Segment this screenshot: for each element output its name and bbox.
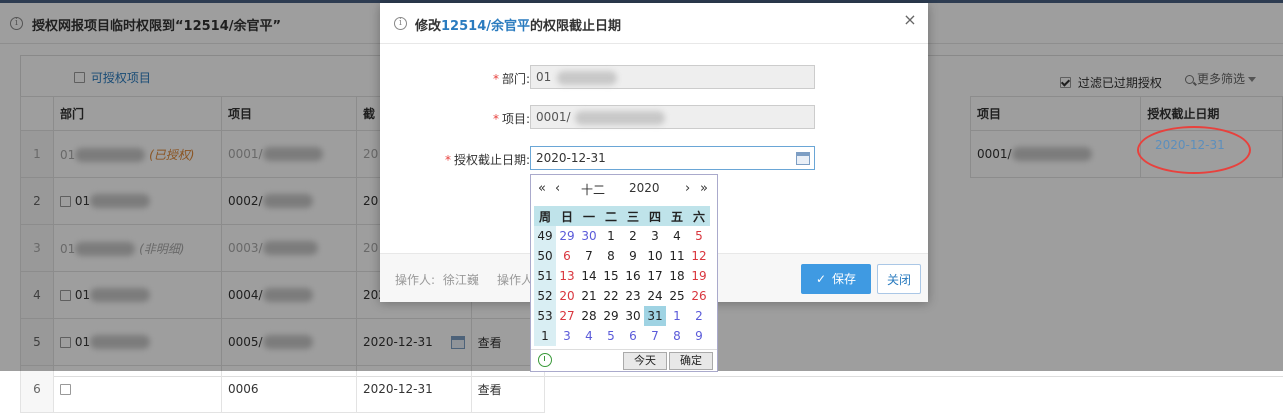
calendar-day[interactable]: 30 xyxy=(622,306,644,326)
month-select[interactable]: 十二 xyxy=(581,181,605,198)
calendar-day[interactable]: 8 xyxy=(600,246,622,266)
weekday-header: 五 xyxy=(666,206,688,226)
row-checkbox[interactable] xyxy=(60,384,71,395)
calendar-grid: 周 日 一 二 三 四 五 六 49 29 30 1 2 3 4 5 50 6 … xyxy=(534,206,710,346)
calendar-day[interactable]: 29 xyxy=(600,306,622,326)
calendar-day[interactable]: 19 xyxy=(688,266,710,286)
calendar-day[interactable]: 29 xyxy=(556,226,578,246)
calendar-day[interactable]: 16 xyxy=(622,266,644,286)
week-number: 1 xyxy=(534,326,556,346)
weekday-header: 一 xyxy=(578,206,600,226)
weekday-header: 周 xyxy=(534,206,556,226)
calendar-day[interactable]: 7 xyxy=(578,246,600,266)
calendar-day[interactable]: 20 xyxy=(556,286,578,306)
week-number: 52 xyxy=(534,286,556,306)
prev-year-icon[interactable]: « xyxy=(538,181,546,196)
calendar-day-selected[interactable]: 31 xyxy=(644,306,666,326)
calendar-day[interactable]: 5 xyxy=(688,226,710,246)
dept-cell xyxy=(53,365,222,413)
action-cell[interactable]: 查看 xyxy=(470,365,545,413)
save-button[interactable]: ✓ 保存 xyxy=(801,264,871,294)
calendar-day[interactable]: 28 xyxy=(578,306,600,326)
calendar-day[interactable]: 24 xyxy=(644,286,666,306)
calendar-day[interactable]: 3 xyxy=(556,326,578,346)
calendar-day[interactable]: 2 xyxy=(688,306,710,326)
weekday-header: 三 xyxy=(622,206,644,226)
calendar-day[interactable]: 17 xyxy=(644,266,666,286)
calendar-footer: 今天 确定 xyxy=(531,349,717,372)
next-month-icon[interactable]: › xyxy=(685,181,690,196)
weekday-header: 六 xyxy=(688,206,710,226)
calendar-day[interactable]: 23 xyxy=(622,286,644,306)
calendar-day[interactable]: 6 xyxy=(556,246,578,266)
calendar-day[interactable]: 4 xyxy=(666,226,688,246)
calendar-day[interactable]: 30 xyxy=(578,226,600,246)
calendar-day[interactable]: 26 xyxy=(688,286,710,306)
calendar-day[interactable]: 2 xyxy=(622,226,644,246)
calendar-day[interactable]: 7 xyxy=(644,326,666,346)
calendar-day[interactable]: 5 xyxy=(600,326,622,346)
date-picker: « ‹ 十二 2020 › » 周 日 一 二 三 四 五 六 49 29 30… xyxy=(530,174,718,372)
check-icon: ✓ xyxy=(815,272,827,286)
info-icon: i xyxy=(394,17,407,30)
weekday-header: 四 xyxy=(644,206,666,226)
row-index: 6 xyxy=(20,365,54,413)
date-row: * 授权截止日期: xyxy=(380,146,530,172)
project-field: 0001/ xyxy=(530,105,815,129)
dept-row: * 部门: xyxy=(380,65,530,91)
calendar-day[interactable]: 9 xyxy=(688,326,710,346)
clock-icon[interactable] xyxy=(538,353,552,367)
calendar-day[interactable]: 15 xyxy=(600,266,622,286)
calendar-day[interactable]: 21 xyxy=(578,286,600,306)
dialog-header: i 修改12514/余官平的权限截止日期 × xyxy=(380,3,928,44)
calendar-day[interactable]: 8 xyxy=(666,326,688,346)
close-button[interactable]: 关闭 xyxy=(877,264,921,294)
calendar-day[interactable]: 6 xyxy=(622,326,644,346)
week-number: 49 xyxy=(534,226,556,246)
calendar-day[interactable]: 14 xyxy=(578,266,600,286)
annotation-circle xyxy=(1137,126,1251,174)
week-number: 53 xyxy=(534,306,556,326)
project-cell: 0006 xyxy=(221,365,357,413)
calendar-day[interactable]: 9 xyxy=(622,246,644,266)
calendar-nav: « ‹ 十二 2020 › » xyxy=(531,175,717,203)
calendar-day[interactable]: 1 xyxy=(666,306,688,326)
calendar-day[interactable]: 4 xyxy=(578,326,600,346)
project-label: * 项目: xyxy=(492,112,530,126)
calendar-day[interactable]: 1 xyxy=(600,226,622,246)
confirm-button[interactable]: 确定 xyxy=(669,352,713,370)
weekday-header: 二 xyxy=(600,206,622,226)
calendar-icon[interactable] xyxy=(796,152,810,165)
calendar-day[interactable]: 22 xyxy=(600,286,622,306)
today-button[interactable]: 今天 xyxy=(623,352,667,370)
calendar-day[interactable]: 13 xyxy=(556,266,578,286)
dept-field: 01 xyxy=(530,65,815,89)
calendar-day[interactable]: 25 xyxy=(666,286,688,306)
date-input[interactable]: 2020-12-31 xyxy=(530,146,815,170)
table-row[interactable]: 6 0006 2020-12-31 查看 xyxy=(20,365,545,413)
operator-info: 操作人: 徐江巍 xyxy=(395,273,479,287)
weekday-header: 日 xyxy=(556,206,578,226)
project-row: * 项目: xyxy=(380,105,530,131)
prev-month-icon[interactable]: ‹ xyxy=(555,181,560,196)
date-cell: 2020-12-31 xyxy=(356,365,472,413)
next-year-icon[interactable]: » xyxy=(700,181,708,196)
calendar-day[interactable]: 3 xyxy=(644,226,666,246)
year-select[interactable]: 2020 xyxy=(629,181,660,195)
close-icon[interactable]: × xyxy=(902,12,918,28)
calendar-day[interactable]: 27 xyxy=(556,306,578,326)
week-number: 51 xyxy=(534,266,556,286)
date-label: * 授权截止日期: xyxy=(444,153,530,167)
calendar-day[interactable]: 10 xyxy=(644,246,666,266)
dept-label: * 部门: xyxy=(492,72,530,86)
week-number: 50 xyxy=(534,246,556,266)
dialog-title: 修改12514/余官平的权限截止日期 xyxy=(415,19,622,34)
calendar-day[interactable]: 18 xyxy=(666,266,688,286)
calendar-day[interactable]: 11 xyxy=(666,246,688,266)
calendar-day[interactable]: 12 xyxy=(688,246,710,266)
